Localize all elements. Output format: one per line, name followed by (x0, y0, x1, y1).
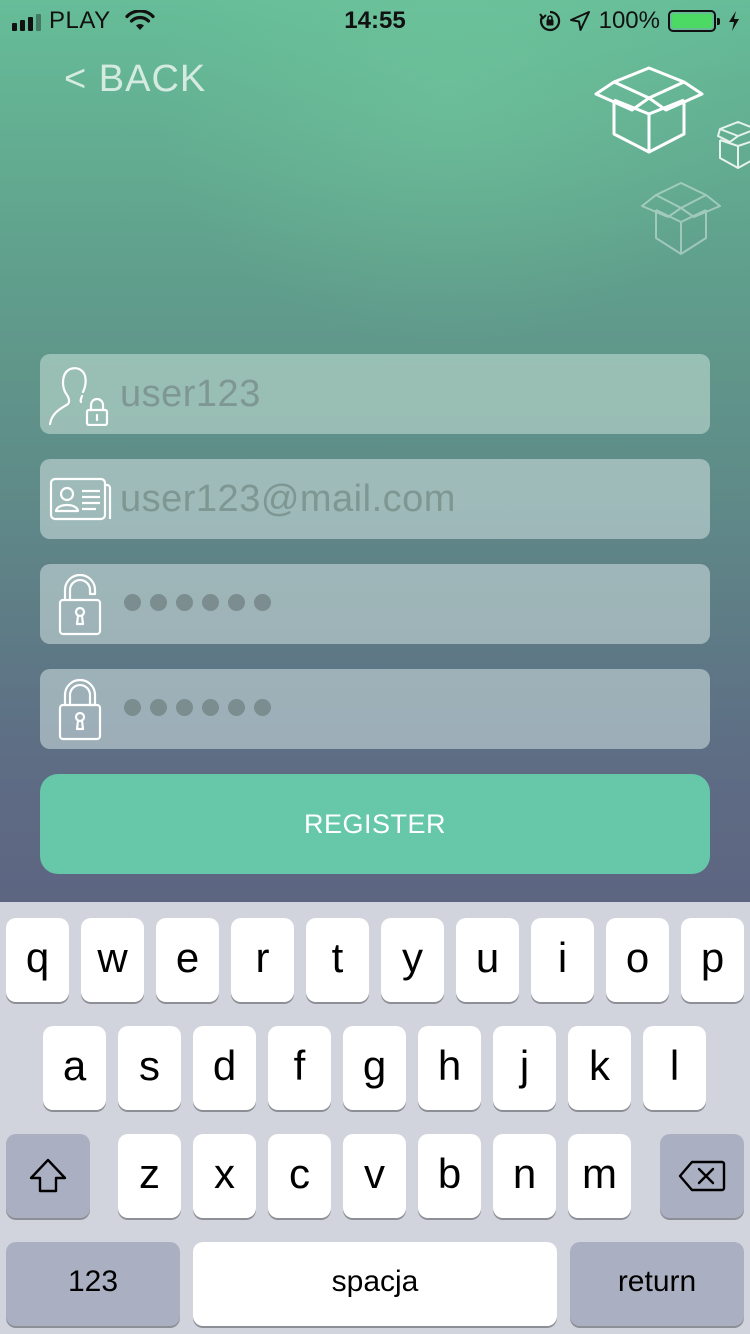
keyboard: 123 spacja return qwertyuiop asdfghjkl zxc… (0, 902, 750, 1334)
user-lock-icon (48, 367, 109, 426)
password-dot (254, 594, 271, 611)
key-y[interactable]: y (381, 918, 444, 1002)
key-t[interactable]: t (306, 918, 369, 1002)
confirm-password-input[interactable] (124, 699, 271, 716)
box-icon-faded (641, 182, 721, 255)
shift-key[interactable] (6, 1134, 90, 1218)
password-dot (254, 699, 271, 716)
charging-icon (729, 11, 739, 31)
key-r[interactable]: r (231, 918, 294, 1002)
email-field[interactable]: user123@mail.com (40, 459, 710, 539)
confirm-password-field[interactable] (40, 669, 710, 749)
password-dot (176, 699, 193, 716)
key-w[interactable]: w (81, 918, 144, 1002)
shift-icon (29, 1158, 67, 1193)
battery-percent: 100% (598, 7, 660, 34)
password-field[interactable] (40, 564, 710, 644)
lock-open-icon (58, 573, 102, 636)
key-d[interactable]: d (193, 1026, 256, 1110)
password-dot (176, 594, 193, 611)
password-input[interactable] (124, 594, 271, 611)
back-button[interactable]: < BACK (64, 58, 206, 101)
username-field[interactable]: user123 (40, 354, 710, 434)
key-i[interactable]: i (531, 918, 594, 1002)
password-dot (202, 594, 219, 611)
box-icon (594, 66, 704, 154)
numbers-key[interactable]: 123 (6, 1242, 180, 1326)
key-g[interactable]: g (343, 1026, 406, 1110)
register-button[interactable]: REGISTER (40, 774, 710, 874)
lock-icon (58, 678, 102, 741)
return-key[interactable]: return (570, 1242, 744, 1326)
key-n[interactable]: n (493, 1134, 556, 1218)
key-a[interactable]: a (43, 1026, 106, 1110)
password-dot (150, 699, 167, 716)
password-dot (228, 594, 245, 611)
key-l[interactable]: l (643, 1026, 706, 1110)
key-o[interactable]: o (606, 918, 669, 1002)
backspace-icon (678, 1160, 726, 1192)
key-c[interactable]: c (268, 1134, 331, 1218)
key-h[interactable]: h (418, 1026, 481, 1110)
battery-level (672, 14, 712, 28)
status-bar: PLAY 14:55 100% (0, 0, 750, 40)
status-right: 100% (538, 7, 740, 35)
key-j[interactable]: j (493, 1026, 556, 1110)
backspace-key[interactable] (660, 1134, 744, 1218)
password-dot (124, 699, 141, 716)
key-m[interactable]: m (568, 1134, 631, 1218)
email-input[interactable]: user123@mail.com (120, 459, 456, 539)
space-key[interactable]: spacja (193, 1242, 557, 1326)
key-b[interactable]: b (418, 1134, 481, 1218)
box-icon-small (717, 121, 750, 169)
register-screen: PLAY 14:55 100% < BACK user123 user123@m… (0, 0, 750, 902)
key-v[interactable]: v (343, 1134, 406, 1218)
key-u[interactable]: u (456, 918, 519, 1002)
key-q[interactable]: q (6, 918, 69, 1002)
password-dot (228, 699, 245, 716)
key-z[interactable]: z (118, 1134, 181, 1218)
key-e[interactable]: e (156, 918, 219, 1002)
key-f[interactable]: f (268, 1026, 331, 1110)
key-s[interactable]: s (118, 1026, 181, 1110)
orientation-lock-icon (538, 10, 560, 32)
password-dot (150, 594, 167, 611)
username-input[interactable]: user123 (120, 354, 261, 434)
location-icon (569, 11, 590, 31)
key-k[interactable]: k (568, 1026, 631, 1110)
password-dot (124, 594, 141, 611)
key-x[interactable]: x (193, 1134, 256, 1218)
id-card-icon (49, 477, 112, 521)
key-p[interactable]: p (681, 918, 744, 1002)
battery-icon (668, 10, 720, 32)
password-dot (202, 699, 219, 716)
